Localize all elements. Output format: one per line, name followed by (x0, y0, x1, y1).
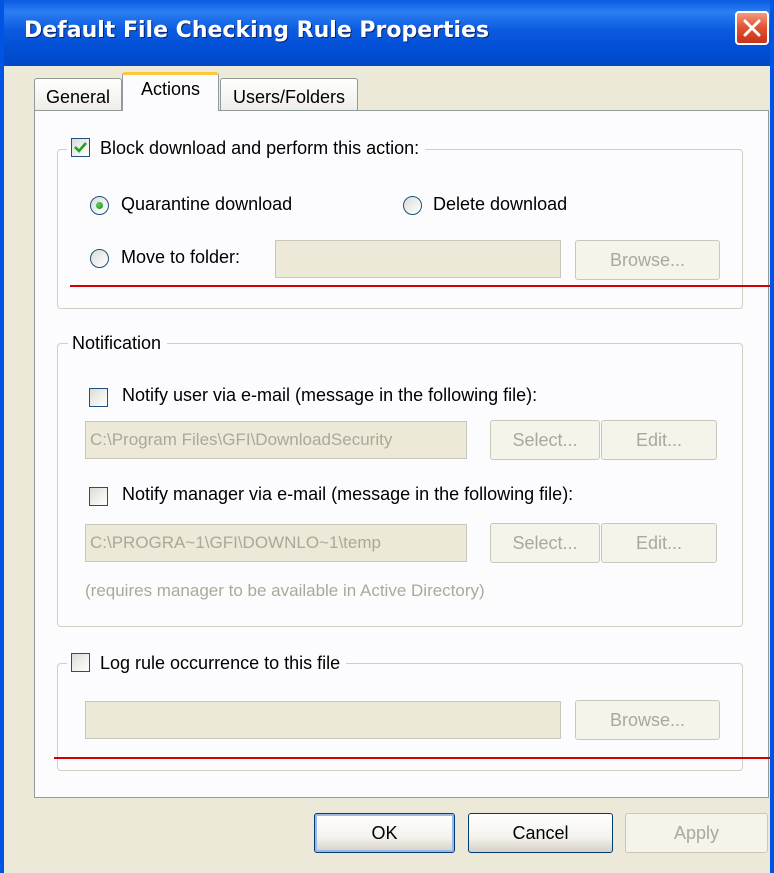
annotation-line-bottom (54, 757, 770, 759)
cancel-button[interactable]: Cancel (468, 813, 613, 853)
notify-manager-checkbox[interactable] (89, 487, 108, 506)
manager-requirement-note: (requires manager to be available in Act… (85, 581, 485, 600)
user-edit-button[interactable]: Edit... (601, 420, 717, 460)
radio-selected-dot (96, 202, 103, 209)
delete-radio[interactable] (403, 196, 422, 215)
dialog-window: Default File Checking Rule Properties Ge… (0, 0, 774, 873)
close-button[interactable] (735, 11, 769, 45)
delete-label: Delete download (433, 194, 568, 214)
move-folder-field[interactable] (275, 240, 561, 278)
block-download-label: Block download and perform this action: (100, 138, 420, 158)
apply-button[interactable]: Apply (625, 813, 768, 853)
log-file-field[interactable] (85, 701, 561, 739)
notify-user-label: Notify user via e-mail (message in the f… (122, 385, 538, 405)
browse-button[interactable]: Browse... (575, 240, 720, 280)
block-download-legend: Block download and perform this action: (67, 138, 426, 159)
log-legend: Log rule occurrence to this file (67, 653, 347, 674)
quarantine-label: Quarantine download (121, 194, 293, 214)
notify-user-checkbox[interactable] (89, 388, 108, 407)
log-occurrence-label: Log rule occurrence to this file (100, 653, 341, 673)
window-title: Default File Checking Rule Properties (24, 18, 490, 43)
tab-users-folders[interactable]: Users/Folders (220, 78, 358, 114)
notify-manager-label: Notify manager via e-mail (message in th… (122, 484, 574, 504)
move-to-folder-radio[interactable] (90, 249, 109, 268)
quarantine-radio[interactable] (90, 196, 109, 215)
tab-actions[interactable]: Actions (122, 72, 219, 111)
checkmark-icon (74, 142, 87, 153)
log-browse-button[interactable]: Browse... (575, 700, 720, 740)
tab-general-label: General (45, 87, 111, 107)
move-to-folder-label: Move to folder: (121, 247, 241, 267)
actions-panel: Block download and perform this action: … (34, 110, 769, 798)
user-select-button[interactable]: Select... (490, 420, 600, 460)
tab-users-folders-label: Users/Folders (232, 87, 346, 107)
tab-general[interactable]: General (34, 78, 122, 114)
close-icon (743, 19, 761, 37)
manager-edit-button[interactable]: Edit... (601, 523, 717, 563)
tab-actions-label: Actions (140, 79, 201, 99)
log-occurrence-checkbox[interactable] (71, 653, 90, 672)
notification-legend: Notification (68, 333, 168, 354)
annotation-line-top (70, 285, 770, 287)
ok-button[interactable]: OK (314, 813, 455, 853)
title-bar[interactable]: Default File Checking Rule Properties (4, 0, 770, 66)
manager-select-button[interactable]: Select... (490, 523, 600, 563)
user-message-file-field[interactable]: C:\Program Files\GFI\DownloadSecurity (85, 421, 467, 459)
block-download-checkbox[interactable] (71, 138, 90, 157)
manager-message-file-field[interactable]: C:\PROGRA~1\GFI\DOWNLO~1\temp (85, 524, 467, 562)
